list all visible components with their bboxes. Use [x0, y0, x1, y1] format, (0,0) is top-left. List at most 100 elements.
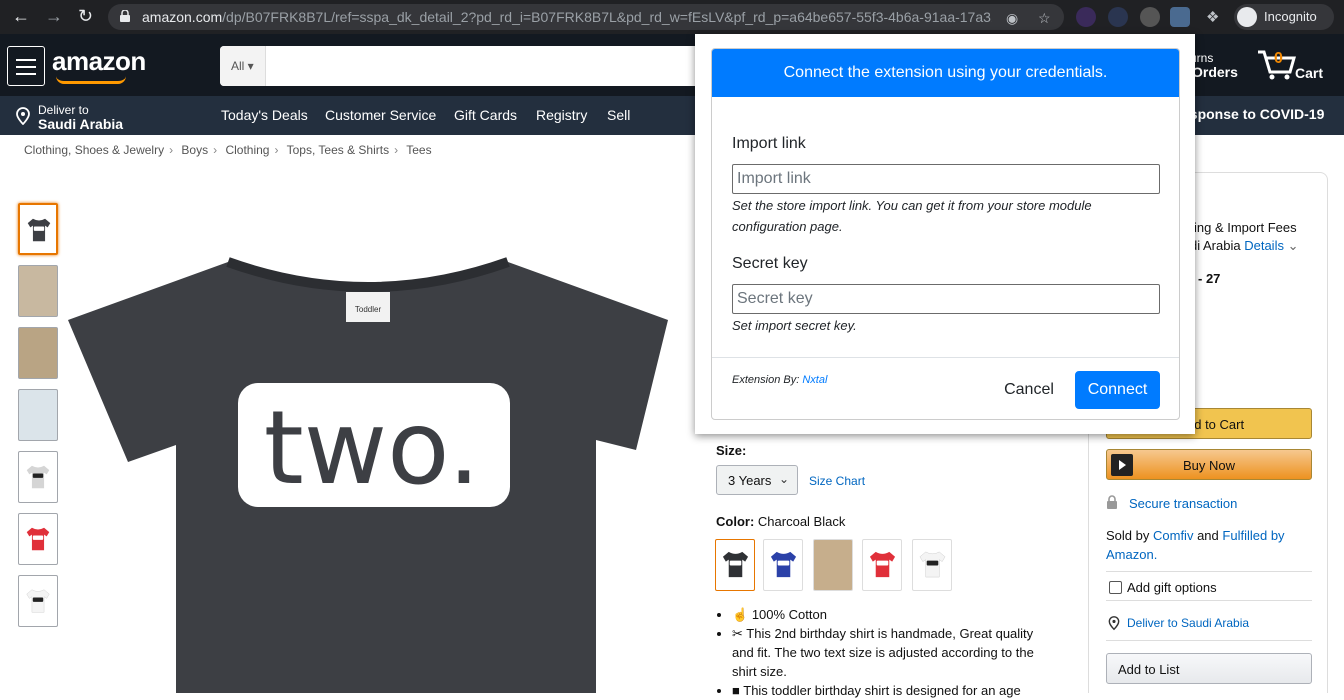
details-link[interactable]: Details [1244, 238, 1284, 253]
secure-transaction-link[interactable]: Secure transaction [1129, 496, 1237, 511]
nav-todays-deals[interactable]: Today's Deals [221, 107, 308, 123]
size-label: Size: [716, 443, 747, 458]
thumbnail-4[interactable] [18, 389, 58, 441]
breadcrumb: Clothing, Shoes & Jewelry › Boys › Clothin… [24, 143, 432, 157]
lock-icon [120, 10, 130, 22]
location-pin-icon [1108, 616, 1120, 631]
add-to-list-button[interactable]: Add to List [1106, 653, 1312, 684]
scissors-icon: ✂ [732, 626, 743, 641]
secret-key-label: Secret key [732, 255, 808, 272]
color-swatch-white[interactable] [912, 539, 952, 591]
search-category-select[interactable]: All ▾ [220, 46, 266, 86]
shirt-print-text: two. [264, 389, 480, 508]
star-icon[interactable]: ☆ [1038, 10, 1051, 27]
back-icon[interactable]: ← [12, 6, 30, 27]
nxtal-link[interactable]: Nxtal [802, 374, 827, 386]
size-chart-link[interactable]: Size Chart [809, 474, 865, 488]
buy-now-label: Buy Now [1182, 458, 1236, 473]
deliver-to-link[interactable]: Deliver to Saudi Arabia [1127, 616, 1249, 630]
search-bar[interactable]: All ▾ [220, 46, 700, 86]
feature-bullets: ☝ 100% Cotton ✂ This 2nd birthday shirt … [716, 605, 1056, 700]
cancel-button[interactable]: Cancel [993, 371, 1065, 409]
secret-key-help: Set import secret key. [732, 318, 857, 333]
address-bar[interactable]: amazon.com/dp/B07FRK8B7L/ref=sspa_dk_det… [108, 4, 1064, 30]
nav-sell[interactable]: Sell [607, 107, 630, 123]
product-main-image[interactable]: Toddler two. [68, 240, 670, 693]
browser-toolbar: ← → ↻ amazon.com/dp/B07FRK8B7L/ref=sspa_… [0, 0, 1344, 34]
amazon-smile-icon [56, 76, 126, 84]
color-label: Color: [716, 514, 755, 529]
reload-icon[interactable]: ↻ [78, 6, 93, 27]
feature-bullet: ☝ 100% Cotton [732, 605, 1056, 624]
location-pin-icon [16, 107, 30, 125]
thumbnail-1[interactable] [18, 203, 58, 255]
extension-bolt-icon[interactable] [1140, 7, 1160, 27]
color-swatch-red[interactable] [862, 539, 902, 591]
tshirt-icon [27, 218, 51, 242]
shirt-tag-text: Toddler [355, 305, 382, 314]
import-link-label: Import link [732, 135, 806, 152]
incognito-badge[interactable]: Incognito [1234, 4, 1334, 30]
color-value: Charcoal Black [757, 514, 846, 529]
secret-key-input[interactable] [732, 284, 1160, 314]
gift-options-label: Add gift options [1127, 580, 1217, 595]
nav-gift-cards[interactable]: Gift Cards [454, 107, 517, 123]
url-text: amazon.com/dp/B07FRK8B7L/ref=sspa_dk_det… [142, 9, 992, 25]
thumbnail-2[interactable] [18, 265, 58, 317]
chevron-down-icon: ⌄ [778, 472, 789, 486]
color-swatch-royal-blue[interactable] [763, 539, 803, 591]
fulfilled-link[interactable]: Fulfilled by [1222, 528, 1284, 543]
thumbnail-5[interactable] [18, 451, 58, 503]
eye-off-icon[interactable]: ◉ [1006, 10, 1018, 27]
forward-icon[interactable]: → [45, 6, 63, 27]
tshirt-icon: ■ [732, 683, 740, 698]
menu-icon[interactable] [7, 46, 45, 86]
cart-label[interactable]: Cart [1295, 65, 1323, 81]
incognito-label: Incognito [1264, 9, 1317, 24]
gift-options-checkbox[interactable] [1109, 581, 1122, 594]
color-swatch-photo[interactable] [813, 539, 853, 591]
credentials-modal: Connect the extension using your credent… [711, 48, 1180, 420]
color-line: Color: Charcoal Black [716, 514, 845, 529]
puzzle-icon[interactable]: ❖ [1206, 8, 1219, 26]
breadcrumb-item[interactable]: Clothing, Shoes & Jewelry [24, 143, 164, 157]
tshirt-icon [26, 527, 50, 551]
lock-icon [1107, 495, 1117, 509]
size-select[interactable]: 3 Years ⌄ [716, 465, 798, 495]
extension-n-icon[interactable] [1108, 7, 1128, 27]
delivery-date: - 27 [1198, 271, 1221, 286]
thumbnail-3[interactable] [18, 327, 58, 379]
seller-link[interactable]: Comfiv [1153, 528, 1193, 543]
import-fees-line2: di Arabia Details ⌄ [1190, 238, 1299, 253]
incognito-icon [1237, 7, 1257, 27]
divider [1106, 640, 1312, 641]
feature-bullet: ■ This toddler birthday shirt is designe… [732, 681, 1056, 700]
connect-button[interactable]: Connect [1075, 371, 1160, 409]
import-link-help: Set the store import link. You can get i… [732, 198, 1092, 234]
nav-customer-service[interactable]: Customer Service [325, 107, 436, 123]
thumbnail-7[interactable] [18, 575, 58, 627]
modal-footer: Extension By: Nxtal Cancel Connect [712, 357, 1179, 419]
buy-now-button[interactable]: Buy Now [1106, 449, 1312, 480]
cart-count: 0 [1274, 50, 1283, 67]
extension-byline: Extension By: Nxtal [732, 374, 828, 386]
breadcrumb-item[interactable]: Tees [406, 143, 431, 157]
tshirt-icon [26, 589, 50, 613]
covid-banner[interactable]: esponse to COVID-19 [1182, 106, 1324, 122]
import-link-input[interactable] [732, 164, 1160, 194]
divider [1106, 600, 1312, 601]
orders-label[interactable]: Orders [1192, 64, 1238, 80]
feature-bullet: ✂ This 2nd birthday shirt is handmade, G… [732, 624, 1056, 681]
amazon-logo[interactable]: amazon [52, 46, 146, 77]
import-fees-line: ing & Import Fees [1194, 220, 1297, 235]
thumbnail-6[interactable] [18, 513, 58, 565]
divider [1106, 571, 1312, 572]
extension-nxtal-icon[interactable] [1170, 7, 1190, 27]
nav-registry[interactable]: Registry [536, 107, 587, 123]
breadcrumb-item[interactable]: Tops, Tees & Shirts [287, 143, 390, 157]
breadcrumb-item[interactable]: Boys [181, 143, 208, 157]
breadcrumb-item[interactable]: Clothing [225, 143, 269, 157]
color-swatch-charcoal[interactable] [715, 539, 755, 591]
extension-feather-icon[interactable] [1076, 7, 1096, 27]
chevron-down-icon: ⌄ [1287, 238, 1299, 253]
